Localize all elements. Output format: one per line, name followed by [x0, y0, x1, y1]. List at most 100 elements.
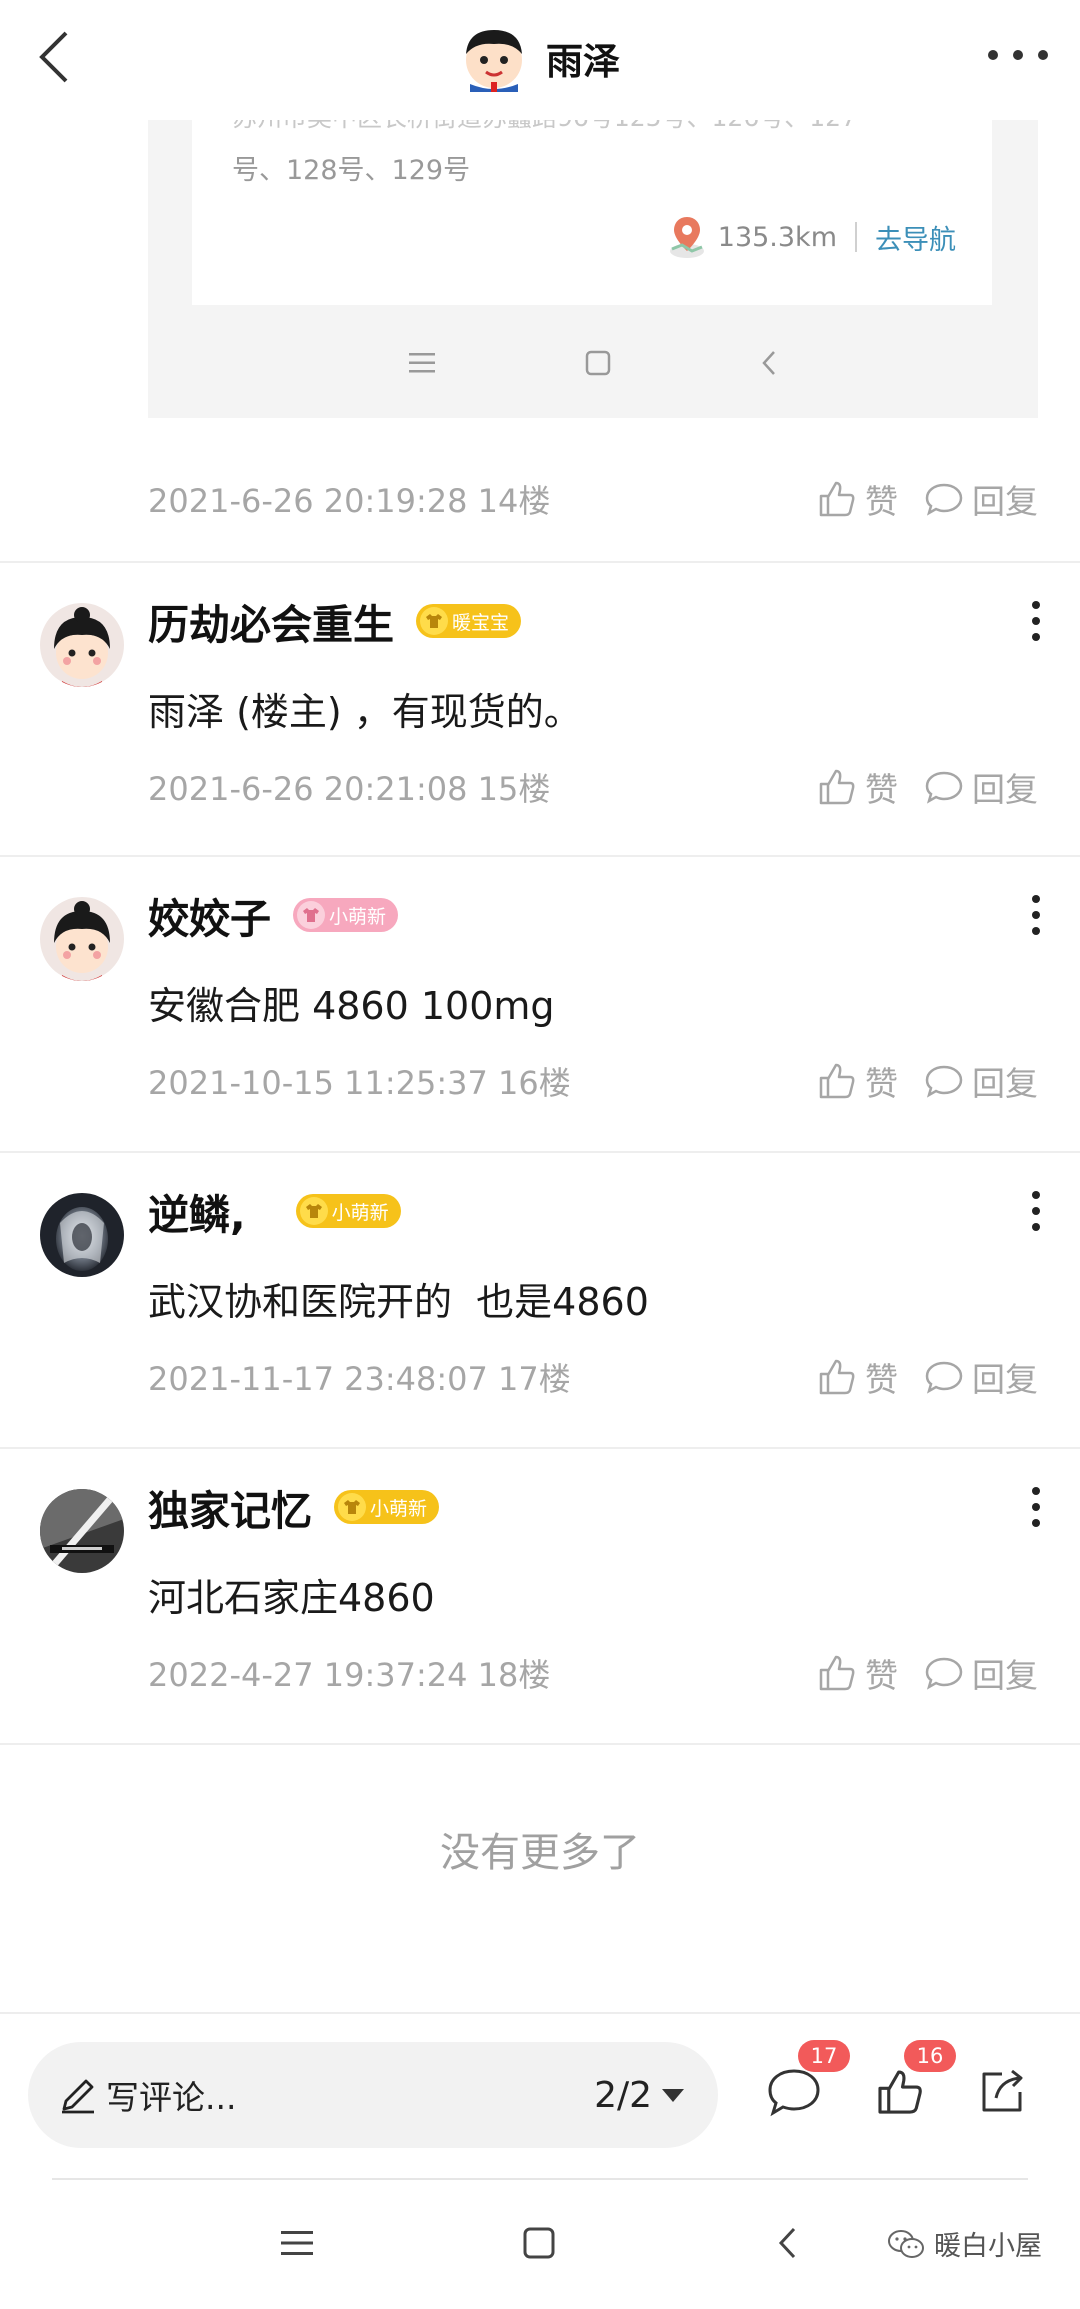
reply-button[interactable]: 回复 — [924, 1649, 1038, 1697]
page-indicator[interactable]: 2/2 — [594, 2075, 652, 2116]
reply-label: 回复 — [972, 1360, 1038, 1399]
reply-label: 回复 — [972, 1064, 1038, 1103]
comment-item: 独家记忆 小萌新 河北石家庄4860 2022-4-27 19:37:24 18… — [0, 1449, 1080, 1743]
reply-button[interactable]: 回复 — [924, 763, 1038, 811]
shirt-icon — [338, 1493, 366, 1521]
comment-more-button[interactable] — [1030, 895, 1042, 935]
reply-label: 回复 — [972, 770, 1038, 809]
avatar-cartoon-icon — [40, 603, 124, 687]
like-button[interactable]: 赞 — [817, 1649, 898, 1697]
comment-item: 姣姣子 小萌新 安徽合肥 4860 100mg 2021-10-15 11:25… — [0, 857, 1080, 1151]
comment-timestamp: 2021-11-17 23:48:07 17楼 — [148, 1360, 571, 1398]
top-bar: 雨泽 — [0, 0, 1080, 120]
like-label: 赞 — [865, 482, 898, 521]
write-comment-input[interactable]: 写评论... 2/2 — [28, 2042, 718, 2148]
author-avatar[interactable] — [460, 24, 528, 92]
comment-more-button[interactable] — [1030, 1191, 1042, 1231]
username[interactable]: 独家记忆 — [148, 1477, 312, 1537]
chevron-left-icon — [778, 2227, 796, 2259]
kebab-dot — [1032, 1519, 1040, 1527]
reply-button[interactable]: 回复 — [924, 1057, 1038, 1105]
post-meta-row: 2021-6-26 20:19:28 14楼 赞 回复 — [148, 475, 1038, 523]
more-options-button[interactable] — [988, 40, 1048, 70]
more-dot — [1013, 50, 1023, 60]
comment-bubble-icon — [925, 1361, 963, 1394]
address-line: 号、128号、129号 — [232, 155, 471, 186]
kebab-dot — [1032, 1191, 1040, 1199]
like-button[interactable]: 赞 — [817, 1057, 898, 1105]
title-text: 雨泽 — [546, 40, 620, 83]
wechat-icon — [888, 2229, 924, 2258]
comment-bubble-icon — [925, 1657, 963, 1690]
home-icon — [585, 350, 611, 376]
divider — [52, 2178, 1028, 2180]
thumbs-up-icon — [878, 2070, 922, 2114]
like-label: 赞 — [865, 1064, 898, 1103]
comment-placeholder: 写评论... — [106, 2078, 237, 2117]
pencil-icon — [62, 2079, 94, 2114]
thumbs-up-icon — [819, 1655, 855, 1691]
like-label: 赞 — [865, 1360, 898, 1399]
avatar[interactable] — [40, 897, 124, 981]
watermark: 暖白小屋 — [886, 2224, 1042, 2263]
like-post-button[interactable]: 16 — [868, 2040, 956, 2124]
badge-label: 暖宝宝 — [452, 611, 510, 634]
comment-header: 逆鳞, 小萌新 — [148, 1181, 401, 1241]
like-count-badge: 16 — [904, 2040, 956, 2072]
map-pin-icon — [669, 217, 704, 258]
comment-more-button[interactable] — [1030, 601, 1042, 641]
like-label: 赞 — [865, 770, 898, 809]
more-dot — [1038, 50, 1048, 60]
reply-button[interactable]: 回复 — [924, 475, 1038, 523]
like-button[interactable]: 赞 — [817, 475, 898, 523]
avatar[interactable] — [40, 1489, 124, 1573]
reply-button[interactable]: 回复 — [924, 1353, 1038, 1401]
shirt-icon — [420, 607, 448, 635]
comment-timestamp: 2021-6-26 20:21:08 15楼 — [148, 770, 551, 808]
distance-text: 135.3km — [717, 221, 837, 253]
badge-label: 小萌新 — [329, 905, 387, 928]
share-button[interactable] — [970, 2060, 1034, 2124]
home-button[interactable] — [514, 2218, 564, 2268]
comment-meta-row: 2022-4-27 19:37:24 18楼 赞 回复 — [148, 1649, 1038, 1697]
distance-row: 135.3km 去导航 — [668, 215, 956, 259]
username[interactable]: 姣姣子 — [148, 885, 271, 945]
username[interactable]: 历劫必会重生 — [148, 591, 394, 651]
comment-item: 历劫必会重生 暖宝宝 雨泽 (楼主) ，有现货的。 2021-6-26 20:2… — [0, 563, 1080, 855]
menu-icon — [281, 2231, 313, 2255]
kebab-dot — [1032, 1223, 1040, 1231]
user-badge: 小萌新 — [334, 1490, 440, 1524]
thumbs-up-icon — [819, 481, 855, 517]
user-badge: 小萌新 — [293, 898, 399, 932]
system-back-button[interactable] — [762, 2218, 812, 2268]
comment-count-badge: 17 — [798, 2040, 850, 2072]
reply-label: 回复 — [972, 1656, 1038, 1695]
embedded-system-nav — [148, 308, 1038, 418]
avatar-cartoon-icon — [40, 897, 124, 981]
avatar[interactable] — [40, 1193, 124, 1277]
caret-down-icon[interactable] — [662, 2088, 684, 2102]
thumbs-up-icon — [819, 1063, 855, 1099]
avatar-photo-icon — [40, 1193, 124, 1277]
comment-text: 河北石家庄4860 — [148, 1576, 435, 1620]
username[interactable]: 逆鳞, — [148, 1181, 246, 1241]
recent-apps-button[interactable] — [272, 2218, 322, 2268]
watermark-text: 暖白小屋 — [934, 2231, 1042, 2262]
avatar[interactable] — [40, 603, 124, 687]
comment-more-button[interactable] — [1030, 1487, 1042, 1527]
more-dot — [988, 50, 998, 60]
like-button[interactable]: 赞 — [817, 763, 898, 811]
comments-button[interactable]: 17 — [762, 2040, 850, 2124]
like-button[interactable]: 赞 — [817, 1353, 898, 1401]
kebab-dot — [1032, 1503, 1040, 1511]
back-nav-icon — [762, 351, 775, 375]
thumbs-up-icon — [819, 1359, 855, 1395]
badge-label: 小萌新 — [331, 1201, 389, 1224]
comment-bubble-icon — [925, 771, 963, 804]
comment-meta-row: 2021-11-17 23:48:07 17楼 赞 回复 — [148, 1353, 1038, 1401]
comment-header: 独家记忆 小萌新 — [148, 1477, 440, 1537]
comment-item: 逆鳞, 小萌新 武汉协和医院开的 也是4860 2021-11-17 23:48… — [0, 1153, 1080, 1447]
comment-bubble-icon — [925, 483, 963, 516]
comment-timestamp: 2021-10-15 11:25:37 16楼 — [148, 1064, 571, 1102]
navigate-link[interactable]: 去导航 — [875, 218, 956, 257]
